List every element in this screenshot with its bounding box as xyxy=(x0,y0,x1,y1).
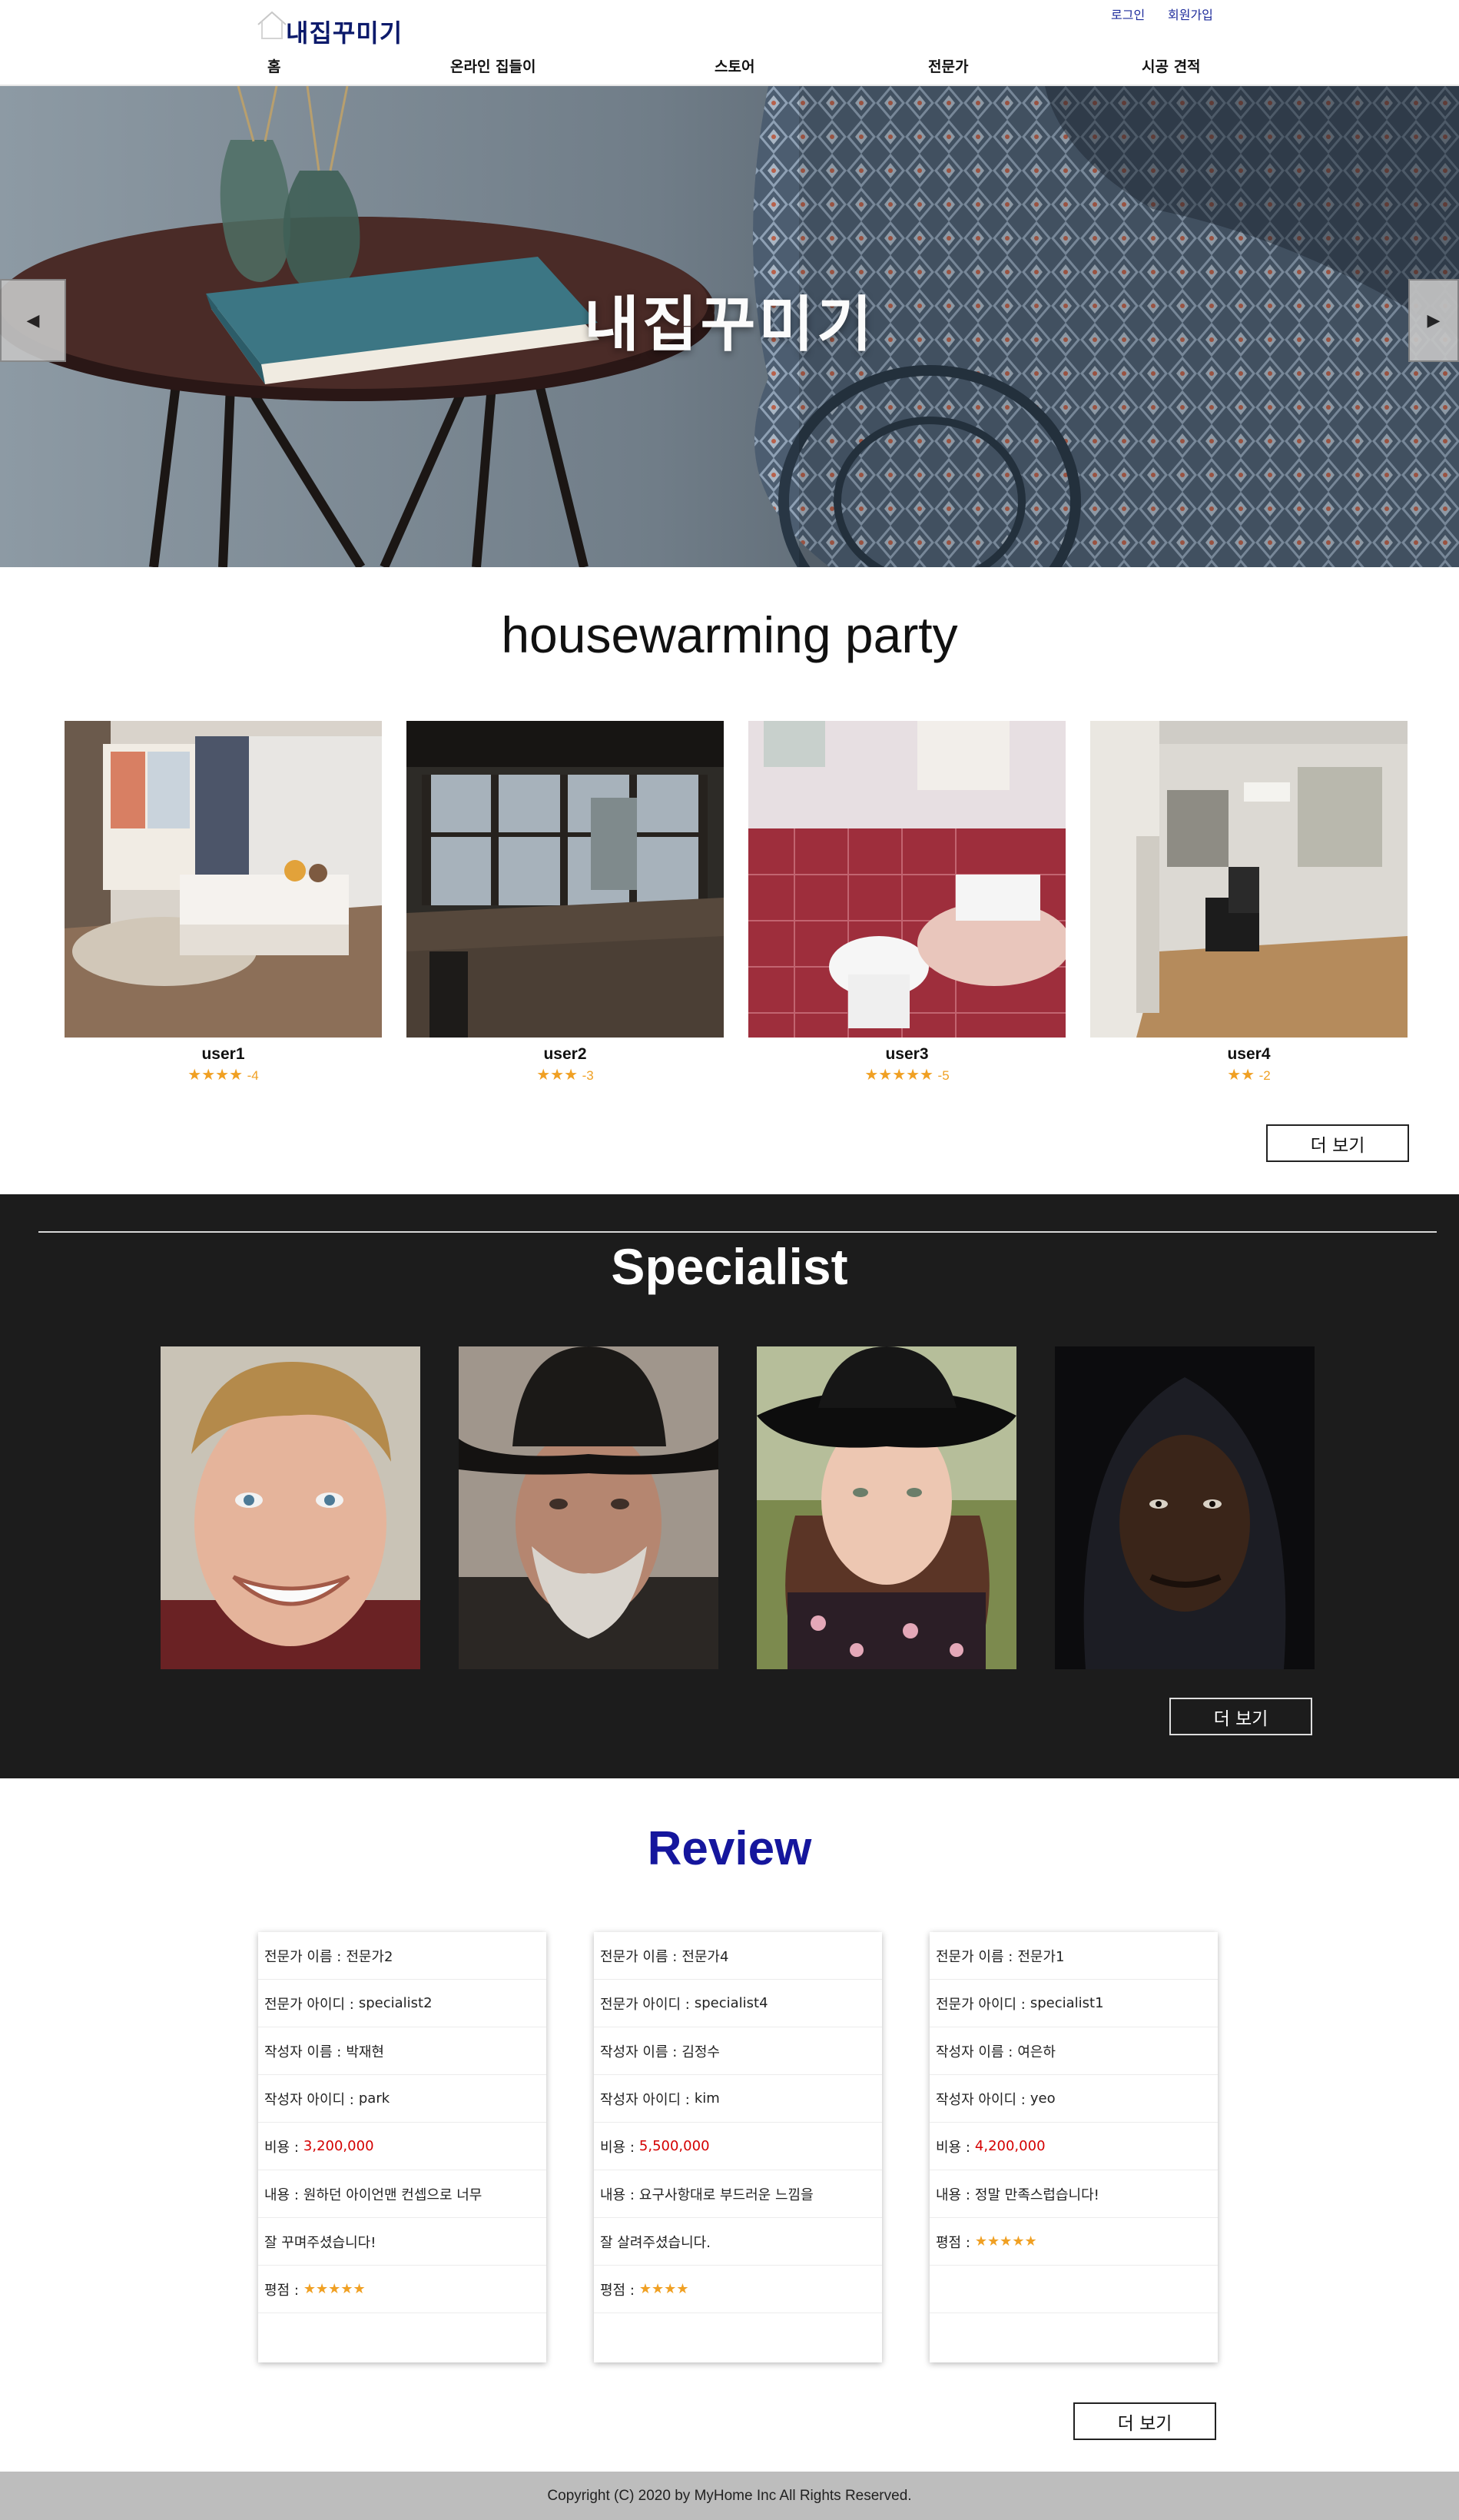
specialist-title: Specialist xyxy=(611,1238,848,1295)
housewarming-title: housewarming party xyxy=(501,606,958,663)
review-title: Review xyxy=(647,1822,812,1875)
slider-next-button[interactable]: ▶ xyxy=(1408,279,1459,362)
site-footer: Copyright (C) 2020 by MyHome Inc All Rig… xyxy=(0,2472,1459,2520)
divider xyxy=(38,1231,1437,1233)
review-content-continued: 잘 살려주셨습니다. xyxy=(594,2218,882,2266)
review-writer-name: 작성자 이름 : 김정수 xyxy=(594,2027,882,2075)
review-score: 평점 : ★★★★★ xyxy=(930,2218,1218,2266)
rating-score: -3 xyxy=(582,1068,594,1083)
hero-slider: 내집꾸미기 ◀ ▶ xyxy=(0,86,1459,567)
review-cost: 비용 :5,500,000 xyxy=(594,2123,882,2170)
card-rating: ★★ -2 xyxy=(1090,1065,1408,1084)
nav-online-housewarming[interactable]: 온라인 집들이 xyxy=(450,55,536,76)
review-content: 내용 : 원하던 아이언맨 컨셉으로 너무 xyxy=(258,2170,546,2218)
review-specialist-name: 전문가 이름 : 전문가1 xyxy=(930,1932,1218,1980)
review-specialist-id: 전문가 아이디 : specialist2 xyxy=(258,1980,546,2027)
site-header: 내집꾸미기 로그인 회원가입 홈 온라인 집들이 스토어 전문가 시공 견적 xyxy=(0,0,1459,86)
review-writer-name: 작성자 이름 : 박재현 xyxy=(258,2027,546,2075)
room-photo[interactable] xyxy=(748,721,1066,1038)
nav-construction-estimate[interactable]: 시공 견적 xyxy=(1142,55,1201,76)
star-icon: ★★ xyxy=(1227,1067,1255,1084)
signup-link[interactable]: 회원가입 xyxy=(1168,5,1213,23)
specialist-photo[interactable] xyxy=(459,1346,718,1669)
card-rating: ★★★ -3 xyxy=(406,1065,724,1084)
review-content: 내용 : 요구사항대로 부드러운 느낌을 xyxy=(594,2170,882,2218)
hero-title: 내집꾸미기 xyxy=(584,291,875,360)
card-rating: ★★★★★ -5 xyxy=(748,1065,1066,1084)
review-specialist-id: 전문가 아이디 : specialist1 xyxy=(930,1980,1218,2027)
review-score: 평점 : ★★★★★ xyxy=(258,2266,546,2313)
specialist-photo[interactable] xyxy=(1055,1346,1315,1669)
review-score: 평점 : ★★★★ xyxy=(594,2266,882,2313)
star-icon: ★★★★★ xyxy=(974,2233,1037,2249)
card-username: user4 xyxy=(1227,1045,1271,1063)
review-cost: 비용 :4,200,000 xyxy=(930,2123,1218,2170)
review-card[interactable]: 전문가 이름 : 전문가2 전문가 아이디 : specialist2 작성자 이름… xyxy=(258,1932,546,2362)
housewarming-card[interactable]: user3 ★★★★★ -5 xyxy=(748,721,1066,1084)
review-empty-row xyxy=(930,2266,1218,2313)
star-icon: ★★★★★ xyxy=(864,1067,933,1084)
star-icon: ★★★ xyxy=(536,1067,579,1084)
rating-score: -4 xyxy=(247,1068,259,1083)
login-link[interactable]: 로그인 xyxy=(1111,5,1145,23)
card-username: user2 xyxy=(543,1045,587,1063)
chevron-right-icon: ▶ xyxy=(1427,310,1441,330)
specialist-photo[interactable] xyxy=(757,1346,1016,1669)
card-username: user3 xyxy=(885,1045,929,1063)
star-icon: ★★★★★ xyxy=(303,2281,366,2297)
room-photo[interactable] xyxy=(65,721,382,1038)
review-writer-id: 작성자 아이디 : kim xyxy=(594,2075,882,2123)
site-logo[interactable]: 내집꾸미기 xyxy=(255,3,409,48)
housewarming-card[interactable]: user4 ★★ -2 xyxy=(1090,721,1408,1084)
specialist-more-button[interactable]: 더 보기 xyxy=(1169,1698,1312,1735)
housewarming-more-button[interactable]: 더 보기 xyxy=(1266,1124,1409,1162)
review-writer-id: 작성자 아이디 : yeo xyxy=(930,2075,1218,2123)
review-writer-id: 작성자 아이디 : park xyxy=(258,2075,546,2123)
review-content: 내용 : 정말 만족스럽습니다! xyxy=(930,2170,1218,2218)
card-rating: ★★★★ -4 xyxy=(65,1065,382,1084)
nav-store[interactable]: 스토어 xyxy=(715,55,754,76)
housewarming-card[interactable]: user1 ★★★★ -4 xyxy=(65,721,382,1084)
review-cost: 비용 :3,200,000 xyxy=(258,2123,546,2170)
review-specialist-id: 전문가 아이디 : specialist4 xyxy=(594,1980,882,2027)
star-icon: ★★★★ xyxy=(638,2281,689,2297)
rating-score: -5 xyxy=(937,1068,950,1083)
logo-text: 내집꾸미기 xyxy=(286,18,403,48)
review-specialist-name: 전문가 이름 : 전문가2 xyxy=(258,1932,546,1980)
review-card[interactable]: 전문가 이름 : 전문가4 전문가 아이디 : specialist4 작성자 이름… xyxy=(594,1932,882,2362)
room-photo[interactable] xyxy=(1090,721,1408,1038)
slider-prev-button[interactable]: ◀ xyxy=(0,279,66,362)
nav-specialist[interactable]: 전문가 xyxy=(928,55,968,76)
rating-score: -2 xyxy=(1258,1068,1271,1083)
housewarming-card[interactable]: user2 ★★★ -3 xyxy=(406,721,724,1084)
review-more-button[interactable]: 더 보기 xyxy=(1073,2402,1216,2440)
review-content-continued: 잘 꾸며주셨습니다! xyxy=(258,2218,546,2266)
star-icon: ★★★★ xyxy=(187,1067,244,1084)
room-photo[interactable] xyxy=(406,721,724,1038)
specialist-photo[interactable] xyxy=(161,1346,420,1669)
review-card[interactable]: 전문가 이름 : 전문가1 전문가 아이디 : specialist1 작성자 이름… xyxy=(930,1932,1218,2362)
nav-home[interactable]: 홈 xyxy=(267,55,280,76)
specialist-section: Specialist 더 보기 xyxy=(0,1194,1459,1778)
copyright-text: Copyright (C) 2020 by MyHome Inc All Rig… xyxy=(547,2487,912,2504)
house-logo-icon xyxy=(257,11,287,39)
review-specialist-name: 전문가 이름 : 전문가4 xyxy=(594,1932,882,1980)
card-username: user1 xyxy=(201,1045,245,1063)
review-writer-name: 작성자 이름 : 여은하 xyxy=(930,2027,1218,2075)
chevron-left-icon: ◀ xyxy=(26,310,40,330)
